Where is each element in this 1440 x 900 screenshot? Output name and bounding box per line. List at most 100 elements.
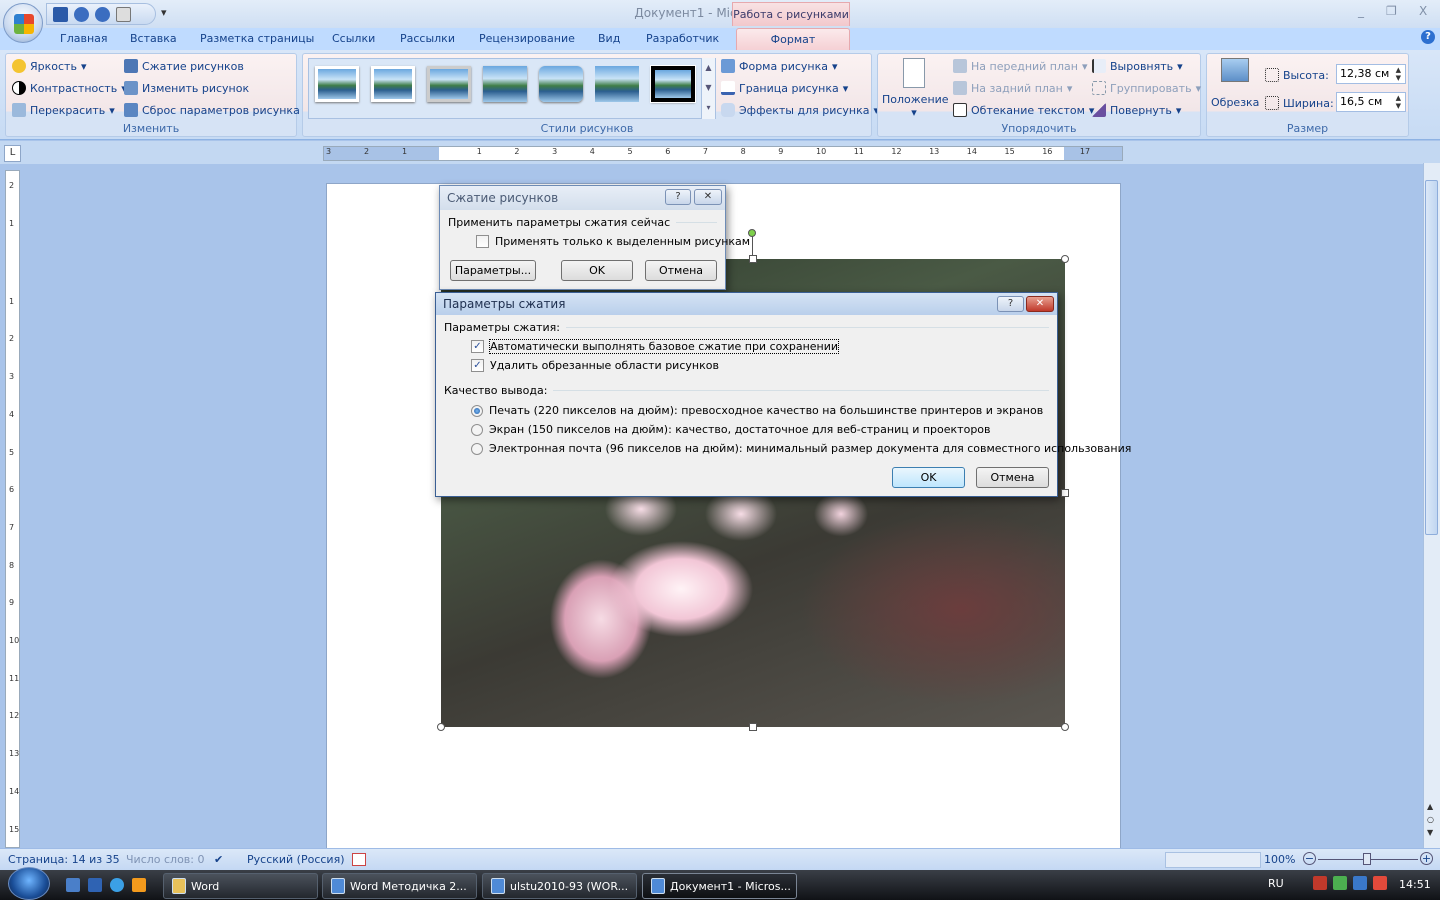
resize-handle[interactable] [749, 723, 757, 731]
height-input[interactable]: 12,38 см ▲ ▼ [1336, 64, 1406, 84]
resize-handle[interactable] [749, 255, 757, 263]
office-button[interactable] [3, 3, 43, 43]
resize-handle[interactable] [437, 723, 445, 731]
tab-developer[interactable]: Разработчик [646, 32, 719, 45]
start-button[interactable] [8, 867, 50, 900]
tab-home[interactable]: Главная [60, 32, 108, 45]
tab-review[interactable]: Рецензирование [479, 32, 575, 45]
text-wrapping-button[interactable]: Обтекание текстом▾ [953, 103, 1094, 117]
zoom-out-icon[interactable]: − [1303, 852, 1316, 865]
delete-cropped-checkbox[interactable]: ✓ Удалить обрезанные области рисунков [471, 359, 719, 372]
word-count[interactable]: Число слов: 0 [126, 853, 205, 866]
tab-insert[interactable]: Вставка [130, 32, 177, 45]
vertical-ruler[interactable]: 2 1 1 2 3 4 5 6 7 8 9 10 11 12 13 14 15 [5, 170, 20, 848]
resize-handle[interactable] [1061, 255, 1069, 263]
style-thumb[interactable] [427, 66, 471, 102]
close-button[interactable]: ✕ [694, 189, 722, 205]
customize-qat-icon[interactable]: ▾ [161, 6, 167, 19]
spinner-icon[interactable]: ▲ ▼ [1396, 94, 1401, 110]
restore-button[interactable]: ❐ [1386, 4, 1397, 18]
group-button[interactable]: Группировать ▾ [1092, 81, 1201, 95]
close-button[interactable]: ✕ [1026, 296, 1054, 312]
undo-icon[interactable] [74, 6, 89, 22]
desktop-icon[interactable] [88, 878, 102, 892]
parameters-button[interactable]: Параметры... [450, 260, 536, 281]
style-thumb[interactable] [315, 66, 359, 102]
picture-shape-button[interactable]: Форма рисунка ▾ [721, 59, 838, 73]
only-selected-checkbox[interactable]: Применять только к выделенным рисункам [476, 235, 750, 248]
help-button[interactable]: ? [665, 189, 691, 205]
taskbar-item[interactable]: Word Методичка 2... [322, 873, 477, 899]
tab-format[interactable]: Формат [736, 28, 850, 51]
spellcheck-icon[interactable]: ✔ [214, 853, 223, 866]
rotate-button[interactable]: Повернуть ▾ [1092, 103, 1181, 117]
picture-effects-button[interactable]: Эффекты для рисунка▾ [721, 103, 879, 117]
tab-page-layout[interactable]: Разметка страницы [200, 32, 314, 45]
save-icon[interactable] [53, 6, 68, 22]
checkbox-label: Автоматически выполнять базовое сжатие п… [488, 339, 840, 354]
macro-record-icon[interactable] [352, 853, 366, 866]
show-desktop-icon[interactable] [66, 878, 80, 892]
quality-screen-radio[interactable]: Экран (150 пикселов на дюйм): качество, … [471, 423, 991, 436]
spinner-icon[interactable]: ▲ ▼ [1396, 66, 1401, 82]
minimize-button[interactable]: _ [1358, 4, 1364, 18]
help-icon[interactable]: ? [1421, 30, 1435, 44]
bring-forward-button[interactable]: На передний план ▾ [953, 59, 1088, 73]
style-thumb[interactable] [483, 66, 527, 102]
update-icon[interactable] [1333, 876, 1347, 890]
print-preview-icon[interactable] [116, 6, 131, 22]
browse-buttons[interactable]: ▲ ○ ▼ [1427, 800, 1434, 839]
change-picture-button[interactable]: Изменить рисунок [124, 81, 249, 95]
ok-button[interactable]: OK [892, 467, 965, 488]
taskbar-item-active[interactable]: Документ1 - Micros... [642, 873, 797, 899]
cancel-button[interactable]: Отмена [976, 467, 1049, 488]
position-button[interactable]: Положение ▾ [882, 58, 949, 119]
quality-email-radio[interactable]: Электронная почта (96 пикселов на дюйм):… [471, 442, 1131, 455]
close-button[interactable]: X [1419, 4, 1427, 18]
style-thumb[interactable] [539, 66, 583, 102]
brightness-button[interactable]: Яркость ▾ [12, 59, 86, 73]
clock[interactable]: 14:51 [1399, 878, 1431, 891]
reset-picture-button[interactable]: Сброс параметров рисунка [124, 103, 300, 117]
resize-handle[interactable] [1061, 723, 1069, 731]
help-button[interactable]: ? [997, 296, 1024, 312]
network-icon[interactable] [1353, 876, 1367, 890]
ie-icon[interactable] [110, 878, 124, 892]
volume-muted-icon[interactable] [1373, 876, 1387, 890]
style-thumb[interactable] [371, 66, 415, 102]
page-count[interactable]: Страница: 14 из 35 [8, 853, 120, 866]
send-backward-button[interactable]: На задний план ▾ [953, 81, 1072, 95]
style-thumb[interactable] [595, 66, 639, 102]
taskbar-item[interactable]: Word [163, 873, 318, 899]
picture-border-button[interactable]: Граница рисунка ▾ [721, 81, 848, 95]
style-thumb[interactable] [650, 65, 696, 103]
cancel-button[interactable]: Отмена [645, 260, 717, 281]
quality-print-radio[interactable]: Печать (220 пикселов на дюйм): превосход… [471, 404, 1043, 417]
scrollbar-thumb[interactable] [1425, 180, 1438, 535]
tab-references[interactable]: Ссылки [332, 32, 375, 45]
ok-button[interactable]: OK [561, 260, 633, 281]
antivirus-icon[interactable] [1313, 876, 1327, 890]
gallery-scroll[interactable]: ▲ ▼ ▾ [701, 58, 715, 119]
crop-button[interactable]: Обрезка [1211, 58, 1259, 109]
compress-pictures-button[interactable]: Сжатие рисунков [124, 59, 244, 73]
width-input[interactable]: 16,5 см ▲ ▼ [1336, 92, 1406, 112]
tab-selector-button[interactable]: L [4, 145, 21, 162]
resize-handle[interactable] [1061, 489, 1069, 497]
tab-view[interactable]: Вид [598, 32, 620, 45]
align-button[interactable]: Выровнять ▾ [1092, 59, 1183, 73]
tab-mailings[interactable]: Рассылки [400, 32, 455, 45]
taskbar-item[interactable]: ulstu2010-93 (WOR... [482, 873, 637, 899]
redo-icon[interactable] [95, 6, 110, 22]
horizontal-ruler[interactable]: 3 2 1 1 2 3 4 5 6 7 8 9 10 11 12 13 14 15 16 17 [323, 146, 1123, 161]
auto-compress-checkbox[interactable]: ✓ Автоматически выполнять базовое сжатие … [471, 339, 840, 354]
language-indicator[interactable]: RU [1268, 877, 1284, 890]
contrast-button[interactable]: Контрастность▾ [12, 81, 127, 95]
recolor-button[interactable]: Перекрасить ▾ [12, 103, 115, 117]
view-buttons[interactable] [1165, 852, 1261, 868]
language[interactable]: Русский (Россия) [247, 853, 345, 866]
zoom-in-icon[interactable]: + [1420, 852, 1433, 865]
zoom-level[interactable]: 100% [1264, 853, 1295, 866]
media-player-icon[interactable] [132, 878, 146, 892]
zoom-slider-thumb[interactable] [1363, 853, 1371, 865]
